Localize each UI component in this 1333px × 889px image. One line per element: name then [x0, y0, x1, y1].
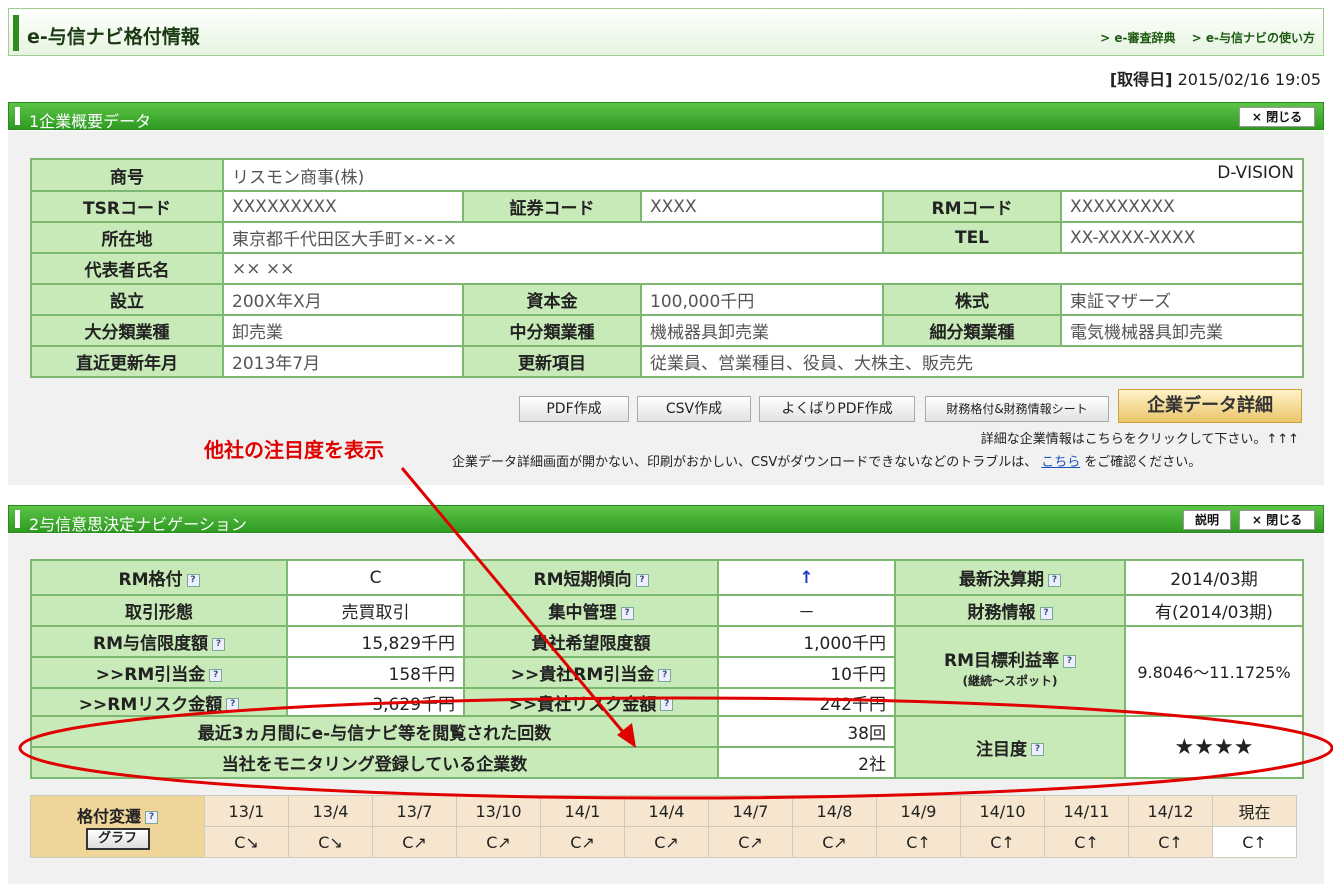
highlight-ellipse	[18, 696, 1333, 800]
annotation-arrow-line	[400, 467, 630, 739]
annotation-overlay	[18, 467, 1333, 800]
